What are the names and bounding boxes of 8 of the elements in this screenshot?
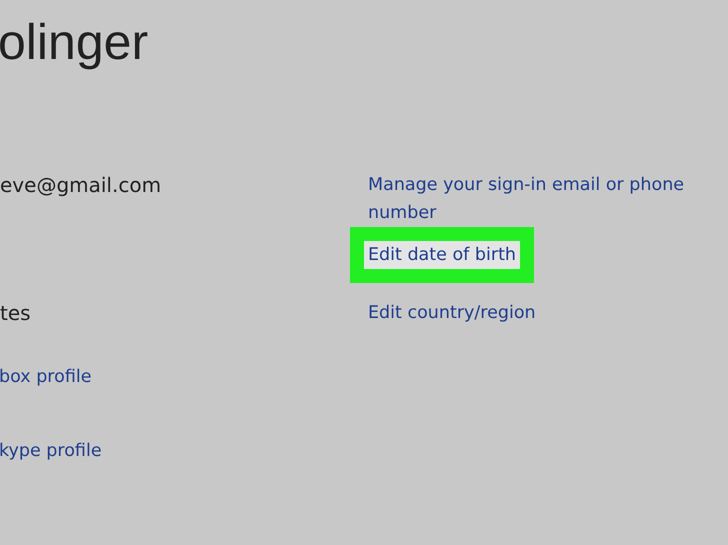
profile-link[interactable]: box profile: [0, 363, 92, 391]
edit-link[interactable]: Manage your sign-in email or phone number: [368, 171, 698, 227]
edit-link[interactable]: Edit country/region: [368, 299, 536, 327]
field-value: eve@gmail.com: [0, 173, 162, 197]
profile-link[interactable]: kype profile: [0, 437, 102, 465]
page-title: olinger: [0, 13, 150, 72]
field-value: tes: [0, 301, 31, 325]
edit-link[interactable]: Edit date of birth: [364, 241, 520, 269]
